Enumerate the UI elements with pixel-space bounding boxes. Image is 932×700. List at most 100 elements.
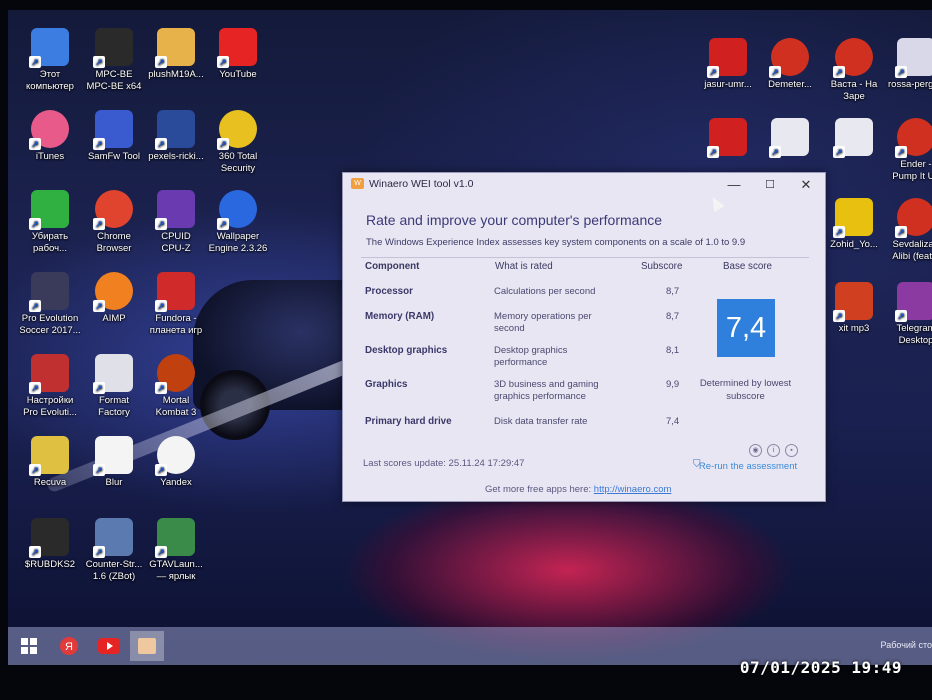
shortcut-label: YouTube <box>219 69 257 80</box>
component-name: Processor <box>365 286 413 297</box>
shortcut-arrow-icon: ↗ <box>29 546 41 558</box>
rerun-assessment-link[interactable]: Re-run the assessment <box>691 461 797 472</box>
winrar-icon: ↗ <box>895 282 932 322</box>
shortcut-arrow-icon: ↗ <box>895 310 907 322</box>
mp3-icon: ↗ <box>833 38 873 78</box>
shortcut-arrow-icon: ↗ <box>29 464 41 476</box>
minimize-button[interactable]: — <box>721 177 747 193</box>
save-icon[interactable]: ▪ <box>785 444 798 457</box>
desktop-shortcut[interactable]: ↗Ender - Pump It Up <box>876 118 932 182</box>
shortcut-label: Wallpaper Engine 2.3.26 <box>208 231 268 254</box>
desktop-shortcut[interactable]: ↗ GTAVLaun... — ярлык <box>136 518 216 582</box>
info-icon[interactable]: i <box>767 444 780 457</box>
start-button[interactable] <box>12 631 46 661</box>
shortcut-arrow-icon: ↗ <box>217 56 229 68</box>
gta-v-icon: ↗ <box>155 518 195 558</box>
footer-text: Get more free apps here: <box>485 484 594 495</box>
base-score-note: Determined by lowest subscore <box>699 378 792 402</box>
title-bar[interactable]: W Winaero WEI tool v1.0 — ☐ ✕ <box>343 173 825 197</box>
shortcut-arrow-icon: ↗ <box>155 382 167 394</box>
desktop-shortcut[interactable]: ↗ YouTube <box>198 28 278 81</box>
blur-icon: ↗ <box>93 436 133 476</box>
green-app-icon: ↗ <box>29 190 69 230</box>
show-desktop-label[interactable]: Рабочий сто <box>881 640 932 650</box>
desktop-shortcut[interactable]: ↗ Wallpaper Engine 2.3.26 <box>198 190 278 254</box>
shortcut-label: Ender - Pump It Up <box>892 159 932 182</box>
subscore-value: 8,1 <box>666 345 680 356</box>
shortcut-arrow-icon: ↗ <box>217 218 229 230</box>
component-name: Memory (RAM) <box>365 311 435 322</box>
desktop: ↗ Этот компьютер ↗ MPC-BE MPC-BE x64 ↗ plushM… <box>8 10 932 665</box>
mpc-be-icon: ↗ <box>93 28 133 68</box>
column-header-subscore: Subscore <box>641 261 683 272</box>
shortcut-arrow-icon: ↗ <box>833 310 845 322</box>
wei-tool-icon <box>138 638 156 654</box>
action-icons: ◉ i ▪ <box>749 439 803 457</box>
image-file-icon: ↗ <box>833 118 873 158</box>
shortcut-arrow-icon: ↗ <box>93 138 105 150</box>
samfw-icon: ↗ <box>93 110 133 150</box>
svg-text:Я: Я <box>65 641 73 653</box>
shortcut-arrow-icon: ↗ <box>217 138 229 150</box>
close-button[interactable]: ✕ <box>793 177 819 193</box>
shortcut-arrow-icon: ↗ <box>895 226 907 238</box>
shortcut-arrow-icon: ↗ <box>155 546 167 558</box>
maximize-button[interactable]: ☐ <box>757 177 783 193</box>
what-is-rated: Calculations per second <box>494 286 596 297</box>
shortcut-arrow-icon: ↗ <box>833 146 845 158</box>
winaero-link[interactable]: http://winaero.com <box>594 484 672 495</box>
shortcut-arrow-icon: ↗ <box>93 300 105 312</box>
what-is-rated: Disk data transfer rate <box>494 416 588 427</box>
column-header-component: Component <box>365 261 420 272</box>
shortcut-label: GTAVLaun... — ярлык <box>149 559 203 582</box>
folder-icon: ↗ <box>155 28 195 68</box>
aimp-icon: ↗ <box>93 272 133 312</box>
desktop-shortcut[interactable]: ↗ Telegram Desktop <box>876 282 932 346</box>
subscore-value: 7,4 <box>666 416 680 427</box>
camera-icon[interactable]: ◉ <box>749 444 762 457</box>
image-file-icon: ↗ <box>155 110 195 150</box>
shortcut-arrow-icon: ↗ <box>93 382 105 394</box>
mp3-icon: ↗ <box>895 198 932 238</box>
video-file-icon: ↗ <box>707 38 747 78</box>
desktop-shortcut[interactable]: ↗ 360 Total Security <box>198 110 278 174</box>
subscore-value: 8,7 <box>666 286 680 297</box>
mp3-icon: ↗ <box>769 38 809 78</box>
shortcut-arrow-icon: ↗ <box>769 66 781 78</box>
shortcut-arrow-icon: ↗ <box>93 56 105 68</box>
security-icon: ↗ <box>217 110 257 150</box>
column-header-base-score: Base score <box>723 261 773 272</box>
base-score-badge: 7,4 <box>717 299 775 357</box>
shortcut-arrow-icon: ↗ <box>769 146 781 158</box>
desktop-shortcut[interactable]: ↗rossa-pergen <box>876 38 932 91</box>
taskbar-wei-tool-button[interactable] <box>130 631 164 661</box>
windows-icon <box>21 638 37 654</box>
video-file-icon: ↗ <box>707 118 747 158</box>
youtube-icon: ↗ <box>217 28 257 68</box>
shortcut-arrow-icon: ↗ <box>155 300 167 312</box>
shortcut-label: rossa-pergen <box>888 79 932 90</box>
desktop-shortcut[interactable]: ↗ Yandex <box>136 436 216 489</box>
itunes-icon: ↗ <box>29 110 69 150</box>
chrome-icon: ↗ <box>93 190 133 230</box>
shortcut-label: Sevdaliza - Alibi (feat... <box>892 239 932 262</box>
shortcut-arrow-icon: ↗ <box>833 226 845 238</box>
shortcut-arrow-icon: ↗ <box>895 146 907 158</box>
desktop-shortcut[interactable]: ↗ Fundora - планета игр <box>136 272 216 336</box>
taskbar-youtube-button[interactable] <box>92 631 126 661</box>
desktop-shortcut[interactable]: ↗ Mortal Kombat 3 <box>136 354 216 418</box>
shortcut-label: Mortal Kombat 3 <box>155 395 197 418</box>
computer-icon: ↗ <box>29 28 69 68</box>
shortcut-arrow-icon: ↗ <box>29 218 41 230</box>
taskbar-yandex-button[interactable]: Я <box>52 631 86 661</box>
archive-icon: ↗ <box>833 282 873 322</box>
page-heading: Rate and improve your computer's perform… <box>366 212 663 228</box>
shortcut-arrow-icon: ↗ <box>155 138 167 150</box>
image-file-icon: ↗ <box>895 38 932 78</box>
wei-tool-window: W Winaero WEI tool v1.0 — ☐ ✕ Rate and i… <box>342 172 826 502</box>
shortcut-arrow-icon: ↗ <box>833 66 845 78</box>
what-is-rated: 3D business and gaming graphics performa… <box>494 379 599 402</box>
desktop-shortcut[interactable]: ↗Sevdaliza - Alibi (feat... <box>876 198 932 262</box>
shortcut-arrow-icon: ↗ <box>29 138 41 150</box>
yandex-icon: ↗ <box>155 436 195 476</box>
